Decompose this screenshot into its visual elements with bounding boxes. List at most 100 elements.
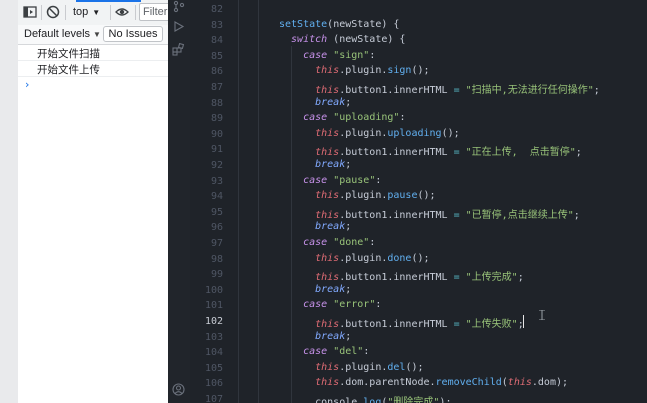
code-line[interactable]: 90 this.plugin.uploading(); (190, 127, 647, 143)
source-control-icon[interactable] (172, 0, 185, 13)
code-token: .button1.innerHTML (339, 85, 454, 96)
account-icon[interactable] (172, 383, 185, 396)
code-text: case "error": (303, 299, 381, 310)
code-token: break (315, 330, 346, 342)
code-token: break (315, 283, 346, 295)
console-toolbar: top ▼ Filter (18, 0, 168, 26)
context-label: top (73, 6, 89, 18)
console-log-text: 开始文件扫描 (37, 48, 100, 60)
code-text: this.button1.innerHTML = "上传完成"; (315, 268, 524, 283)
line-number: 93 (210, 175, 223, 187)
code-token: "已暂停,点击继续上传" (465, 209, 574, 221)
code-token: uploading (387, 127, 442, 139)
console-log-text: 开始文件上传 (37, 64, 100, 76)
code-line[interactable]: 83 setState(newState) { (190, 18, 647, 34)
code-line[interactable]: 104 case "del": (190, 345, 647, 361)
code-token: .plugin. (339, 127, 388, 139)
code-text: this.plugin.done(); (315, 253, 429, 264)
code-token: "done" (333, 237, 370, 248)
code-token: .plugin. (339, 190, 388, 202)
code-token: this (315, 252, 340, 264)
code-token: "del" (333, 346, 364, 358)
code-line[interactable]: 82 (190, 2, 647, 18)
code-token: case (303, 299, 328, 311)
code-line[interactable]: 105 this.plugin.del(); (190, 361, 647, 377)
line-number: 83 (210, 19, 223, 31)
code-line[interactable]: 87 this.button1.innerHTML = "扫描中,无法进行任何操作… (190, 80, 647, 96)
line-number: 100 (204, 284, 223, 296)
code-line[interactable]: 84 switch (newState) { (190, 33, 647, 49)
code-token: "pause" (333, 174, 376, 186)
code-line[interactable]: 89 case "uploading": (190, 111, 647, 127)
code-line[interactable]: 88 break; (190, 96, 647, 112)
code-text: break; (315, 331, 351, 342)
code-text: break; (315, 284, 351, 295)
code-line[interactable]: 95 this.button1.innerHTML = "已暂停,点击继续上传"; (190, 205, 647, 221)
sidebar-toggle-icon[interactable] (23, 5, 37, 19)
code-token: sign (387, 65, 412, 77)
code-token: "uploading" (333, 112, 400, 124)
code-token: case (303, 174, 328, 186)
code-text: break; (315, 221, 351, 232)
log-levels-dropdown[interactable]: Default levels ▼ (24, 28, 101, 40)
code-token: (); (411, 65, 430, 77)
code-token: ; (345, 221, 352, 233)
code-line[interactable]: 97 case "done": (190, 236, 647, 252)
code-line[interactable]: 93 case "pause": (190, 174, 647, 190)
code-text: break; (315, 159, 351, 170)
active-tab-indicator (76, 0, 141, 2)
code-text: this.plugin.uploading(); (315, 128, 460, 139)
code-line[interactable]: 98 this.plugin.done(); (190, 252, 647, 268)
code-line[interactable]: 92 break; (190, 158, 647, 174)
code-token: ; (345, 330, 352, 342)
console-log-row: 开始文件扫描 (18, 45, 168, 61)
line-number: 86 (210, 66, 223, 78)
code-line[interactable]: 100 break; (190, 283, 647, 299)
clear-console-icon[interactable] (46, 5, 60, 19)
code-token: .plugin. (339, 252, 388, 264)
code-token: : (399, 112, 406, 124)
code-line[interactable]: 103 break; (190, 330, 647, 346)
code-editor[interactable]: 82 83 setState(newState) {84 switch (newSta… (190, 0, 647, 403)
code-token: case (303, 49, 328, 61)
code-line[interactable]: 86 this.plugin.sign(); (190, 64, 647, 80)
code-line[interactable]: 96 break; (190, 220, 647, 236)
code-token: .button1.innerHTML (339, 272, 454, 284)
code-token: case (303, 112, 328, 124)
code-text: this.plugin.sign(); (315, 65, 429, 76)
code-token: (); (411, 252, 430, 264)
code-line[interactable]: 91 this.button1.innerHTML = "正在上传, 点击暂停"; (190, 142, 647, 158)
toolbar-separator (135, 5, 136, 20)
line-number: 103 (204, 331, 223, 343)
code-line[interactable]: 106 this.dom.parentNode.removeChild(this.… (190, 376, 647, 392)
line-number: 87 (210, 82, 223, 93)
eye-icon[interactable] (115, 5, 129, 19)
code-line[interactable]: 102 this.button1.innerHTML = "上传失败"; (190, 314, 647, 330)
code-token: : (375, 299, 382, 311)
line-number: 98 (210, 253, 223, 265)
context-selector[interactable]: top ▼ (73, 6, 100, 18)
code-line[interactable]: 94 this.plugin.pause(); (190, 189, 647, 205)
code-text: case "del": (303, 346, 369, 357)
code-line[interactable]: 85 case "sign": (190, 49, 647, 65)
code-line[interactable]: 107 console.log("删除完成"); (190, 392, 647, 403)
run-debug-icon[interactable] (172, 20, 185, 33)
code-token: setState (279, 18, 328, 30)
code-token: .plugin. (339, 65, 388, 77)
code-line[interactable]: 101 case "error": (190, 298, 647, 314)
code-token: (); (441, 127, 460, 139)
toolbar-separator (65, 5, 66, 20)
code-token: "正在上传, 点击暂停" (465, 147, 576, 159)
code-token: removeChild (435, 377, 502, 389)
code-text: case "done": (303, 237, 375, 248)
left-edge-strip (0, 0, 19, 403)
console-prompt[interactable]: › (25, 78, 29, 91)
line-number: 84 (210, 35, 223, 47)
extensions-icon[interactable] (172, 43, 185, 56)
code-token: "上传完成" (465, 272, 518, 284)
code-line[interactable]: 99 this.button1.innerHTML = "上传完成"; (190, 267, 647, 283)
issues-button[interactable]: No Issues (103, 26, 163, 42)
code-token: console. (315, 397, 364, 403)
filter-input[interactable]: Filter (139, 3, 168, 21)
code-token: log (363, 397, 382, 403)
